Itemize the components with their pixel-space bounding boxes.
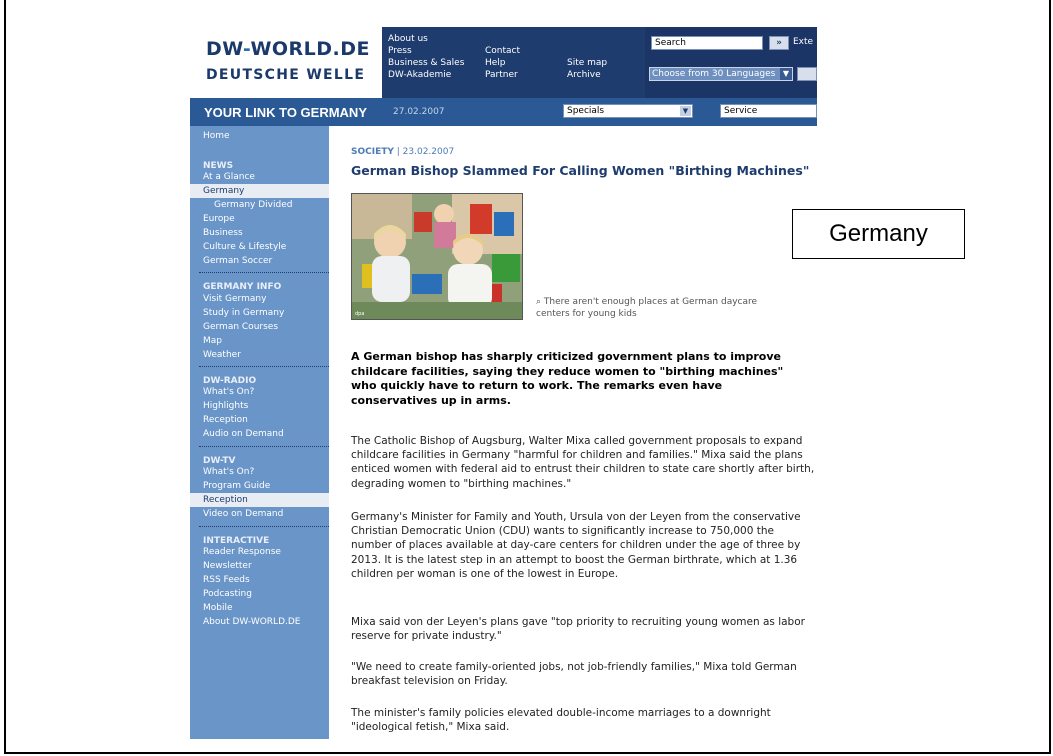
nav-link-business[interactable]: Business & Sales: [388, 58, 464, 68]
nav-link-archive[interactable]: Archive: [567, 70, 601, 80]
sidebar-item-europe[interactable]: Europe: [190, 212, 329, 226]
article-section[interactable]: SOCIETY: [351, 147, 394, 157]
search-input[interactable]: Search: [651, 36, 763, 50]
nav-link-akademie[interactable]: DW-Akademie: [388, 70, 451, 80]
web-page: DW-WORLD.DE DEUTSCHE WELLE About us Pres…: [190, 27, 817, 739]
sidebar-item-at-a-glance[interactable]: At a Glance: [190, 170, 329, 184]
zoom-icon[interactable]: ⌕: [536, 297, 541, 307]
sidebar-item-tv-reception[interactable]: Reception: [190, 493, 329, 507]
specials-select-value: Specials: [567, 106, 605, 116]
nav-link-contact[interactable]: Contact: [485, 46, 520, 56]
article-paragraph: Germany's Minister for Family and Youth,…: [351, 511, 801, 580]
sidebar-item-newsletter[interactable]: Newsletter: [190, 559, 329, 573]
chevron-down-icon: ▼: [780, 68, 792, 80]
nav-link-about[interactable]: About us: [388, 34, 428, 44]
article-lead: A German bishop has sharply criticized g…: [351, 350, 784, 407]
service-select[interactable]: Service: [720, 104, 817, 118]
search-go-button[interactable]: »: [769, 36, 789, 50]
specials-select[interactable]: Specials ▼: [563, 104, 693, 118]
sidebar-item-map[interactable]: Map: [190, 334, 329, 348]
sidebar-item-rss[interactable]: RSS Feeds: [190, 573, 329, 587]
article-paragraph: The Catholic Bishop of Augsburg, Walter …: [351, 435, 815, 490]
sidebar-item-germany-divided[interactable]: Germany Divided: [190, 198, 329, 212]
language-select[interactable]: Choose from 30 Languages ▼: [649, 67, 793, 81]
sidebar-divider: [199, 272, 329, 273]
sidebar-heading-info: GERMANY INFO: [203, 282, 282, 292]
sidebar-item-study[interactable]: Study in Germany: [190, 306, 329, 320]
article-paragraph: Mixa said von der Leyen's plans gave "to…: [351, 616, 805, 643]
tagline: YOUR LINK TO GERMANY: [204, 105, 367, 120]
nav-link-help[interactable]: Help: [485, 58, 506, 68]
chevron-down-icon: ▼: [680, 106, 691, 116]
sidebar-item-radio-whats-on[interactable]: What's On?: [190, 385, 329, 399]
service-select-value: Service: [724, 106, 758, 116]
site-logo[interactable]: DW-WORLD.DE DEUTSCHE WELLE: [190, 27, 382, 98]
article-paragraph: "We need to create family-oriented jobs,…: [351, 661, 797, 688]
sidebar-item-germany[interactable]: Germany: [190, 184, 329, 198]
tagline-bar: YOUR LINK TO GERMANY 27.02.2007 Specials…: [190, 98, 817, 126]
article-paragraph: The minister's family policies elevated …: [351, 707, 771, 734]
logo-wordmark: DW-WORLD.DE: [206, 38, 371, 60]
sidebar-item-visit[interactable]: Visit Germany: [190, 292, 329, 306]
sidebar-item-program-guide[interactable]: Program Guide: [190, 479, 329, 493]
sidebar-item-audio-on-demand[interactable]: Audio on Demand: [190, 427, 329, 441]
nav-link-press[interactable]: Press: [388, 46, 412, 56]
sidebar-item-culture[interactable]: Culture & Lifestyle: [190, 240, 329, 254]
sidebar-item-radio-reception[interactable]: Reception: [190, 413, 329, 427]
sidebar-item-courses[interactable]: German Courses: [190, 320, 329, 334]
sidebar-item-video-on-demand[interactable]: Video on Demand: [190, 507, 329, 521]
sidebar-divider: [199, 526, 329, 527]
nav-link-sitemap[interactable]: Site map: [567, 58, 607, 68]
sidebar-item-reader-response[interactable]: Reader Response: [190, 545, 329, 559]
language-go-button[interactable]: [797, 67, 817, 81]
sidebar-item-podcasting[interactable]: Podcasting: [190, 587, 329, 601]
photo-credit: dpa: [355, 311, 365, 317]
sidebar-item-business[interactable]: Business: [190, 226, 329, 240]
article-photo[interactable]: dpa: [351, 193, 523, 320]
sidebar-item-mobile[interactable]: Mobile: [190, 601, 329, 615]
article-headline: German Bishop Slammed For Calling Women …: [351, 163, 810, 178]
sidebar-divider: [199, 446, 329, 447]
sidebar-item-about[interactable]: About DW-WORLD.DE: [190, 615, 329, 629]
logo-subtitle: DEUTSCHE WELLE: [206, 67, 366, 83]
article-kicker: SOCIETY | 23.02.2007: [351, 147, 454, 157]
article-date: | 23.02.2007: [396, 147, 455, 157]
children-playing-image: [352, 194, 522, 319]
annotation-label: Germany: [792, 209, 965, 259]
sidebar-item-home[interactable]: Home: [190, 129, 329, 143]
photo-caption-text: There aren't enough places at German day…: [536, 297, 758, 319]
sidebar-item-tv-whats-on[interactable]: What's On?: [190, 465, 329, 479]
nav-link-partner[interactable]: Partner: [485, 70, 518, 80]
search-panel: Search » Exte Choose from 30 Languages ▼: [645, 27, 817, 98]
sidebar: Home NEWS At a Glance Germany Germany Di…: [190, 126, 329, 739]
sidebar-item-soccer[interactable]: German Soccer: [190, 254, 329, 268]
top-navigation: About us Press Business & Sales DW-Akade…: [382, 27, 645, 98]
extended-search-link[interactable]: Exte: [793, 37, 813, 47]
sidebar-item-weather[interactable]: Weather: [190, 348, 329, 362]
photo-caption: ⌕ There aren't enough places at German d…: [536, 296, 766, 320]
language-select-value: Choose from 30 Languages: [652, 69, 776, 79]
current-date: 27.02.2007: [393, 107, 445, 117]
sidebar-divider: [199, 366, 329, 367]
sidebar-item-highlights[interactable]: Highlights: [190, 399, 329, 413]
